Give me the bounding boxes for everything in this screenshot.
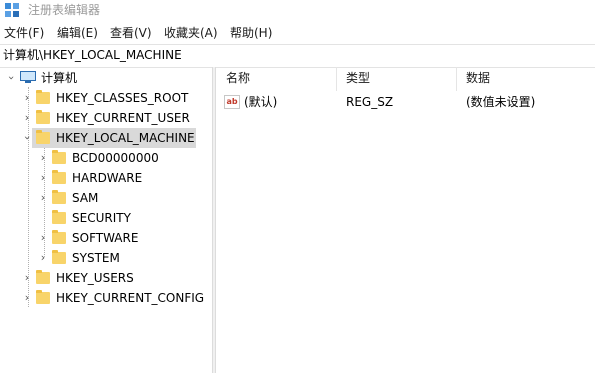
tree-item-label: HKEY_LOCAL_MACHINE — [56, 131, 195, 145]
menu-help[interactable]: 帮助(H) — [230, 25, 272, 41]
folder-icon — [52, 170, 66, 184]
computer-icon — [20, 71, 36, 83]
menu-edit[interactable]: 编辑(E) — [57, 25, 98, 41]
column-header-data[interactable]: 数据 — [466, 71, 490, 86]
folder-icon — [52, 210, 66, 224]
tree-item-hkey-local-machine[interactable]: › HKEY_LOCAL_MACHINE — [21, 128, 207, 148]
folder-icon — [36, 290, 50, 304]
chevron-right-icon[interactable]: › — [38, 252, 48, 264]
tree-item-label: SYSTEM — [72, 251, 120, 265]
folder-icon — [52, 250, 66, 264]
chevron-right-icon[interactable]: › — [22, 272, 32, 284]
menu-view[interactable]: 查看(V) — [110, 25, 152, 41]
tree-item-security[interactable]: SECURITY — [38, 208, 208, 228]
string-value-icon: ab — [224, 95, 240, 109]
chevron-right-icon[interactable]: › — [22, 112, 32, 124]
folder-icon — [36, 110, 50, 124]
tree-item-label: HKEY_USERS — [56, 271, 134, 285]
tree-item-software[interactable]: › SOFTWARE — [38, 228, 208, 248]
folder-icon — [52, 230, 66, 244]
address-path[interactable]: 计算机\HKEY_LOCAL_MACHINE — [3, 48, 182, 63]
tree-item-label: SOFTWARE — [72, 231, 139, 245]
key-tree[interactable]: › 计算机 › HKEY_CLASSES_ROOT › HKEY_CURRENT… — [0, 67, 212, 373]
chevron-right-icon[interactable]: › — [22, 292, 32, 304]
column-header-name[interactable]: 名称 — [226, 71, 250, 86]
value-data: (数值未设置) — [466, 95, 536, 109]
chevron-right-icon[interactable]: › — [38, 192, 48, 204]
chevron-right-icon[interactable]: › — [38, 172, 48, 184]
chevron-down-icon[interactable]: › — [21, 133, 34, 143]
column-header-type[interactable]: 类型 — [346, 71, 370, 86]
tree-item-label: HKEY_CLASSES_ROOT — [56, 91, 189, 105]
menu-file[interactable]: 文件(F) — [4, 25, 44, 41]
menu-favorites[interactable]: 收藏夹(A) — [164, 25, 218, 41]
folder-icon — [52, 150, 66, 164]
tree-item-hkey-users[interactable]: › HKEY_USERS — [22, 268, 207, 288]
values-list[interactable]: 名称 类型 数据 ab (默认) REG_SZ (数值未设置) — [216, 67, 595, 373]
tree-item-label: BCD00000000 — [72, 151, 159, 165]
title-bar: 注册表编辑器 — [0, 0, 595, 22]
tree-item-label: HARDWARE — [72, 171, 143, 185]
column-divider[interactable] — [456, 67, 457, 91]
tree-item-computer[interactable]: › 计算机 — [5, 68, 206, 88]
value-type: REG_SZ — [346, 95, 394, 109]
tree-item-label: SAM — [72, 191, 99, 205]
tree-item-hkey-current-user[interactable]: › HKEY_CURRENT_USER — [22, 108, 207, 128]
tree-item-bcd00000000[interactable]: › BCD00000000 — [38, 148, 208, 168]
folder-icon — [36, 130, 50, 144]
menu-bar: 文件(F) 编辑(E) 查看(V) 收藏夹(A) 帮助(H) — [0, 23, 595, 43]
tree-item-label: SECURITY — [72, 211, 131, 225]
window-title: 注册表编辑器 — [28, 3, 101, 17]
chevron-right-icon[interactable]: › — [38, 232, 48, 244]
regedit-icon — [5, 3, 19, 17]
tree-item-hkey-classes-root[interactable]: › HKEY_CLASSES_ROOT — [22, 88, 207, 108]
table-row[interactable]: ab (默认) REG_SZ (数值未设置) — [216, 93, 595, 113]
tree-item-hardware[interactable]: › HARDWARE — [38, 168, 208, 188]
tree-item-system[interactable]: › SYSTEM — [38, 248, 208, 268]
folder-icon — [52, 190, 66, 204]
folder-icon — [36, 270, 50, 284]
address-bar[interactable]: 计算机\HKEY_LOCAL_MACHINE — [0, 44, 595, 68]
tree-item-label: 计算机 — [41, 71, 78, 85]
column-divider[interactable] — [336, 67, 337, 91]
tree-item-label: HKEY_CURRENT_USER — [56, 111, 190, 125]
value-name: (默认) — [244, 95, 278, 109]
tree-item-label: HKEY_CURRENT_CONFIG — [56, 291, 205, 305]
chevron-down-icon[interactable]: › — [5, 73, 18, 83]
tree-item-sam[interactable]: › SAM — [38, 188, 208, 208]
chevron-right-icon[interactable]: › — [38, 152, 48, 164]
folder-icon — [36, 90, 50, 104]
chevron-right-icon[interactable]: › — [22, 92, 32, 104]
tree-item-hkey-current-config[interactable]: › HKEY_CURRENT_CONFIG — [22, 288, 210, 308]
